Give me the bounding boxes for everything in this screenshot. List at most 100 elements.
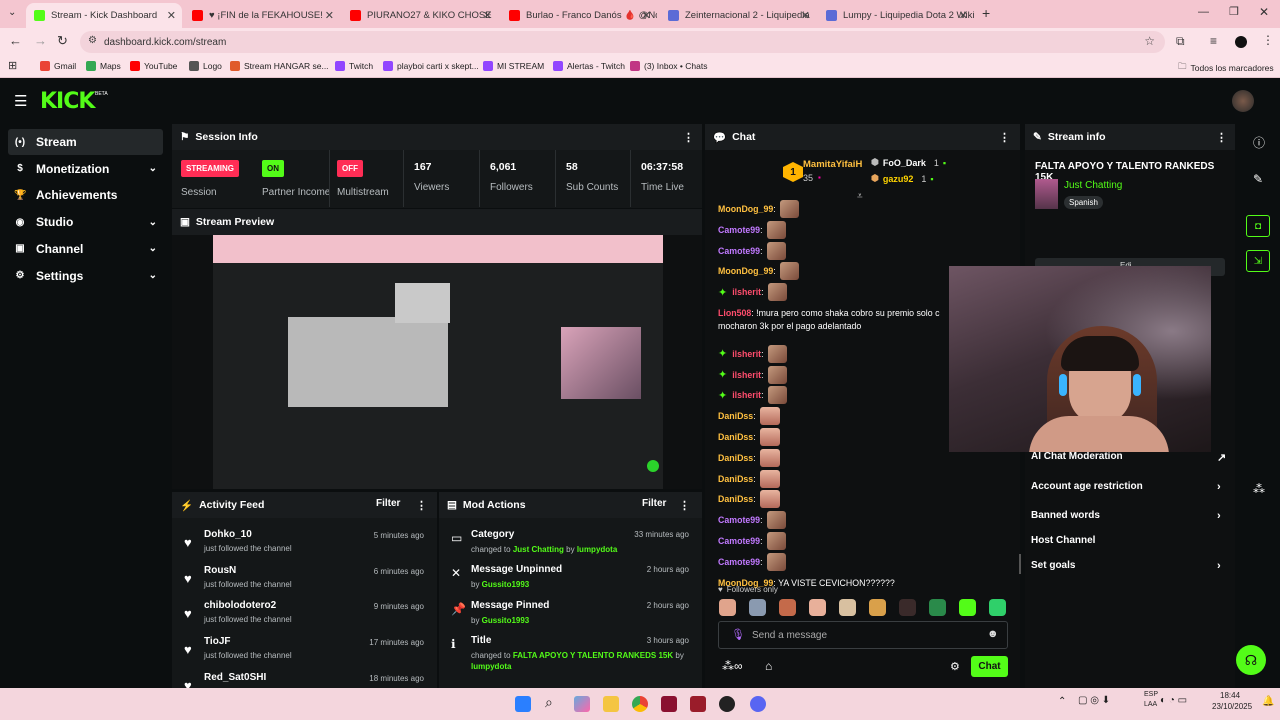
chat-message[interactable]: ✦ ilsherit: [718, 365, 787, 385]
chat-message[interactable]: Camote99: [718, 531, 786, 551]
browser-tab[interactable]: Burlao - Franco Danós 🩸 @Nc ✕ [501, 3, 657, 28]
category-link[interactable]: Just Chatting [1064, 180, 1122, 191]
discord-icon[interactable] [750, 696, 766, 712]
chat-username[interactable]: DaniDss [718, 453, 753, 463]
sidebar-item-settings[interactable]: ⚙ Settings ⌄ [8, 263, 163, 289]
emote-quick-item[interactable] [719, 599, 736, 616]
tab-close-icon[interactable]: ✕ [325, 9, 334, 22]
all-bookmarks[interactable]: 🗀 Todos los marcadores [1178, 61, 1274, 75]
sidebar-item-channel[interactable]: ▣ Channel ⌄ [8, 236, 163, 262]
chat-message[interactable]: Lion508: !mura pero como shaka cobro su … [718, 303, 940, 323]
chat-message[interactable]: ✦ ilsherit: [718, 385, 787, 405]
emote-quick-item[interactable] [899, 599, 916, 616]
app-icon-1[interactable] [661, 696, 677, 712]
tab-close-icon[interactable]: ✕ [167, 9, 176, 22]
mod-action-row[interactable]: ✕ Message Unpinned by Gussito1993 2 hours a… [439, 564, 697, 598]
chrome-icon[interactable] [632, 696, 648, 712]
tab-search-icon[interactable]: ⌄ [8, 7, 16, 18]
bookmark-item[interactable]: (3) Inbox • Chats [630, 61, 707, 71]
extensions-icon[interactable]: ⧉ [1176, 34, 1185, 49]
emote-quick-item[interactable] [959, 599, 976, 616]
taskbar-search-icon[interactable]: ⌕ [545, 694, 553, 711]
chat-message[interactable]: Camote99: [718, 220, 786, 240]
hamburger-menu-icon[interactable]: ☰ [14, 92, 27, 110]
bookmark-item[interactable]: MI STREAM [483, 61, 544, 71]
mod-filter-button[interactable]: Filter [642, 498, 666, 509]
chat-username[interactable]: Camote99 [718, 557, 760, 567]
sidebar-item-studio[interactable]: ◉ Studio ⌄ [8, 209, 163, 235]
bookmark-star-icon[interactable]: ☆ [1144, 34, 1155, 48]
bookmark-item[interactable]: Maps [86, 61, 121, 71]
tab-close-icon[interactable]: ✕ [801, 9, 810, 22]
stream-setting-banned-words[interactable]: Banned words › [1031, 510, 1227, 524]
browser-tab[interactable]: Stream - Kick Dashboard ✕ [26, 3, 182, 28]
browser-menu-icon[interactable]: ⋮ [1262, 33, 1274, 47]
tab-close-icon[interactable]: ✕ [642, 9, 651, 22]
emote-quick-item[interactable] [989, 599, 1006, 616]
chat-scrollbar[interactable] [1019, 554, 1021, 574]
chat-username[interactable]: DaniDss [718, 474, 753, 484]
reload-icon[interactable]: ↻ [57, 33, 68, 49]
chat-username[interactable]: ilsherit [732, 370, 761, 380]
mod-detail-value[interactable]: FALTA APOYO Y TALENTO RANKEDS 15K [513, 651, 673, 660]
mod-action-row[interactable]: ▭ Category changed to Just Chatting by lum… [439, 529, 697, 563]
session-info-menu-icon[interactable]: ⋮ [683, 131, 694, 144]
chat-menu-icon[interactable]: ⋮ [999, 131, 1010, 144]
media-controls-icon[interactable]: ≡ [1210, 34, 1217, 48]
url-field[interactable]: ⚙ dashboard.kick.com/stream ☆ [80, 31, 1165, 53]
obs-icon[interactable] [719, 696, 735, 712]
chat-message[interactable]: Camote99: [718, 241, 786, 261]
follower-name[interactable]: TioJF [204, 636, 230, 647]
mod-detail-user[interactable]: lumpydota [577, 545, 617, 554]
chat-username[interactable]: ilsherit [732, 390, 761, 400]
support-headset-button[interactable]: ☊ [1236, 645, 1266, 675]
category-thumbnail[interactable] [1035, 179, 1058, 209]
forward-icon[interactable]: → [34, 33, 47, 48]
emote-quick-item[interactable] [749, 599, 766, 616]
expand-gifters-icon[interactable]: ⩡ [857, 191, 863, 202]
chat-username[interactable]: ilsherit [732, 287, 761, 297]
close-window-icon[interactable]: ✕ [1259, 5, 1269, 19]
follower-name[interactable]: chibolodotero2 [204, 600, 276, 611]
browser-tab[interactable]: Lumpy - Liquipedia Dota 2 Wiki ✕ [818, 3, 974, 28]
bookmark-item[interactable]: playboi carti x skept... [383, 61, 479, 71]
emote-quick-item[interactable] [869, 599, 886, 616]
bookmark-item[interactable]: Logo [189, 61, 222, 71]
chat-message[interactable]: ✦ ilsherit: [718, 282, 787, 302]
mod-action-row[interactable]: 📌 Message Pinned by Gussito1993 2 hours ago [439, 600, 697, 634]
back-icon[interactable]: ← [9, 33, 22, 48]
chat-message[interactable]: Camote99: [718, 552, 786, 572]
chat-message[interactable]: DaniDss: [718, 489, 781, 509]
activity-filter-button[interactable]: Filter [376, 498, 400, 509]
top-gifter-name[interactable]: MamitaYifaiH [803, 159, 862, 170]
chat-username[interactable]: Camote99 [718, 515, 760, 525]
chat-message[interactable]: DaniDss: [718, 406, 781, 426]
stream-setting-ai-chat-moderation[interactable]: AI Chat Moderation ↗ [1031, 451, 1227, 465]
microphone-icon[interactable]: 🎙 [731, 628, 745, 641]
rail-apps-icon[interactable]: ⁂ [1253, 482, 1265, 496]
chat-username[interactable]: Camote99 [718, 536, 760, 546]
rail-edit-icon[interactable]: ✎ [1253, 172, 1263, 186]
chat-message[interactable]: Camote99: [718, 510, 786, 530]
maximize-icon[interactable]: ❐ [1229, 5, 1239, 18]
emote-quick-item[interactable] [779, 599, 796, 616]
chat-username[interactable]: MoonDog_99 [718, 204, 773, 214]
browser-tab[interactable]: ♥ ¡FIN de la FEKAHOUSE! ✕ [184, 3, 340, 28]
emote-quick-item[interactable] [929, 599, 946, 616]
mod-detail-user[interactable]: lumpydota [471, 662, 511, 671]
chat-username[interactable]: Camote99 [718, 225, 760, 235]
chat-send-button[interactable]: Chat [971, 656, 1008, 677]
chat-username[interactable]: DaniDss [718, 411, 753, 421]
tray-chevron-icon[interactable]: ⌃ [1058, 696, 1066, 707]
app-icon-2[interactable] [690, 696, 706, 712]
profile-avatar-icon[interactable] [1235, 36, 1247, 48]
rail-info-icon[interactable]: ⓘ [1253, 134, 1265, 151]
tray-icons[interactable]: ▢ ◎ ⬇ [1078, 695, 1110, 706]
stream-setting-host-channel[interactable]: Host Channel [1031, 535, 1227, 549]
emote-quick-item[interactable] [809, 599, 826, 616]
file-explorer-icon[interactable] [603, 696, 619, 712]
kick-logo[interactable]: KICK [40, 89, 95, 114]
chat-username[interactable]: Camote99 [718, 246, 760, 256]
chat-username[interactable]: DaniDss [718, 494, 753, 504]
gifter-row[interactable]: ⬢ FoO_Dark 1 ▪ [871, 157, 946, 168]
